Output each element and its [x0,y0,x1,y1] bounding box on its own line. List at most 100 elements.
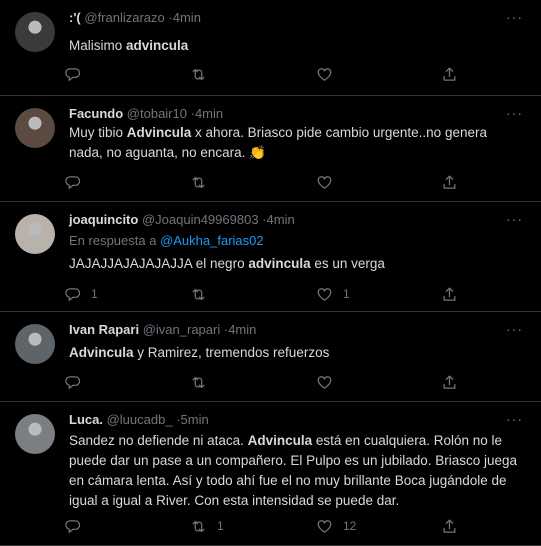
avatar[interactable] [15,108,55,148]
tweet-header: joaquincito @Joaquin49969803 ·4min [69,211,295,228]
reply-to-line: En respuesta a @Aukha_farias02 [69,233,264,248]
handle[interactable]: @Joaquin49969803 [142,212,259,227]
like-button[interactable] [316,63,333,85]
retweet-button[interactable] [190,171,207,193]
share-icon [441,66,458,83]
text-segment: es un verga [310,256,385,271]
like-count: 12 [343,519,357,533]
like-icon [316,518,333,535]
share-icon [441,286,458,303]
handle[interactable]: @franlizarazo [84,10,164,25]
tweet[interactable]: joaquincito @Joaquin49969803 ·4min ··· En … [0,202,541,312]
more-options-icon[interactable]: ··· [506,10,523,24]
retweet-icon [190,174,207,191]
retweet-icon [190,66,207,83]
like-button[interactable] [316,371,333,393]
reply-to-handle-link[interactable]: @Aukha_farias02 [160,233,264,248]
like-icon [316,286,333,303]
tweet-actions [64,63,464,85]
tweet-actions: 11 [64,283,464,305]
highlighted-term: advincula [248,256,311,271]
reply-icon [64,174,81,191]
handle[interactable]: @tobair10 [127,106,187,121]
tweet-actions: 1 12 [64,515,464,537]
reply-to-prefix: En respuesta a [69,233,161,248]
like-icon [316,66,333,83]
tweet-text: Malisimo advincula [69,36,524,56]
reply-button[interactable] [64,171,81,193]
tweet-header: Facundo @tobair10 ·4min [69,105,223,122]
more-options-icon[interactable]: ··· [506,322,523,336]
timestamp[interactable]: 4min [173,10,201,25]
retweet-button[interactable] [190,283,207,305]
more-options-icon[interactable]: ··· [506,412,523,426]
retweet-icon [190,286,207,303]
more-options-icon[interactable]: ··· [506,106,523,120]
avatar[interactable] [15,12,55,52]
highlighted-term: Advincula [69,345,134,360]
like-button[interactable]: 12 [316,515,356,537]
share-icon [441,174,458,191]
avatar[interactable] [15,324,55,364]
share-icon [441,518,458,535]
like-icon [316,174,333,191]
retweet-icon [190,374,207,391]
reply-icon [64,518,81,535]
text-segment: Sandez no defiende ni ataca. [69,433,248,448]
tweet-text: Muy tibio Advincula x ahora. Briasco pid… [69,123,524,163]
handle[interactable]: @ivan_rapari [143,322,221,337]
display-name[interactable]: joaquincito [69,212,138,227]
share-button[interactable] [441,515,458,537]
tweet[interactable]: :'( @franlizarazo ·4min ··· Malisimo advin… [0,0,541,96]
display-name[interactable]: :'( [69,10,81,25]
reply-icon [64,374,81,391]
reply-icon [64,286,81,303]
reply-button[interactable] [64,515,81,537]
timestamp[interactable]: 4min [267,212,295,227]
display-name[interactable]: Facundo [69,106,123,121]
tweet-header: Ivan Rapari @ivan_rapari ·4min [69,321,256,338]
tweet[interactable]: Facundo @tobair10 ·4min ··· Muy tibio Advi… [0,96,541,202]
text-segment: y Ramirez, tremendos refuerzos [133,345,330,360]
highlighted-term: Advincula [247,433,313,448]
tweet-text: Sandez no defiende ni ataca. Advincula e… [69,431,524,511]
text-segment: JAJAJJAJAJAJAJJA el negro [69,256,249,271]
share-button[interactable] [441,171,458,193]
share-button[interactable] [441,283,458,305]
reply-icon [64,66,81,83]
reply-button[interactable] [64,371,81,393]
tweet-actions [64,171,464,193]
tweet[interactable]: Ivan Rapari @ivan_rapari ·4min ··· Advincu… [0,312,541,402]
retweet-count: 1 [217,519,224,533]
share-button[interactable] [441,371,458,393]
retweet-icon [190,518,207,535]
avatar[interactable] [15,214,55,254]
text-segment: 👏 [249,145,266,160]
like-button[interactable] [316,171,333,193]
tweet-header: Luca. @luucadb_ ·5min [69,411,209,428]
like-button[interactable]: 1 [316,283,350,305]
timestamp[interactable]: 4min [195,106,223,121]
more-options-icon[interactable]: ··· [506,212,523,226]
timestamp[interactable]: 4min [228,322,256,337]
tweet-text: JAJAJJAJAJAJAJJA el negro advincula es u… [69,254,524,274]
retweet-button[interactable] [190,371,207,393]
highlighted-term: advincula [126,38,189,53]
handle[interactable]: @luucadb_ [107,412,173,427]
reply-button[interactable]: 1 [64,283,98,305]
display-name[interactable]: Luca. [69,412,103,427]
text-segment: Malisimo [69,38,127,53]
retweet-button[interactable]: 1 [190,515,224,537]
text-segment: Muy tibio [69,125,127,140]
avatar[interactable] [15,414,55,454]
like-count: 1 [343,287,350,301]
timestamp[interactable]: 5min [181,412,209,427]
tweet-header: :'( @franlizarazo ·4min [69,9,201,26]
display-name[interactable]: Ivan Rapari [69,322,139,337]
like-icon [316,374,333,391]
share-button[interactable] [441,63,458,85]
retweet-button[interactable] [190,63,207,85]
tweet-actions [64,371,464,393]
reply-button[interactable] [64,63,81,85]
tweet[interactable]: Luca. @luucadb_ ·5min ··· Sandez no defien… [0,402,541,546]
